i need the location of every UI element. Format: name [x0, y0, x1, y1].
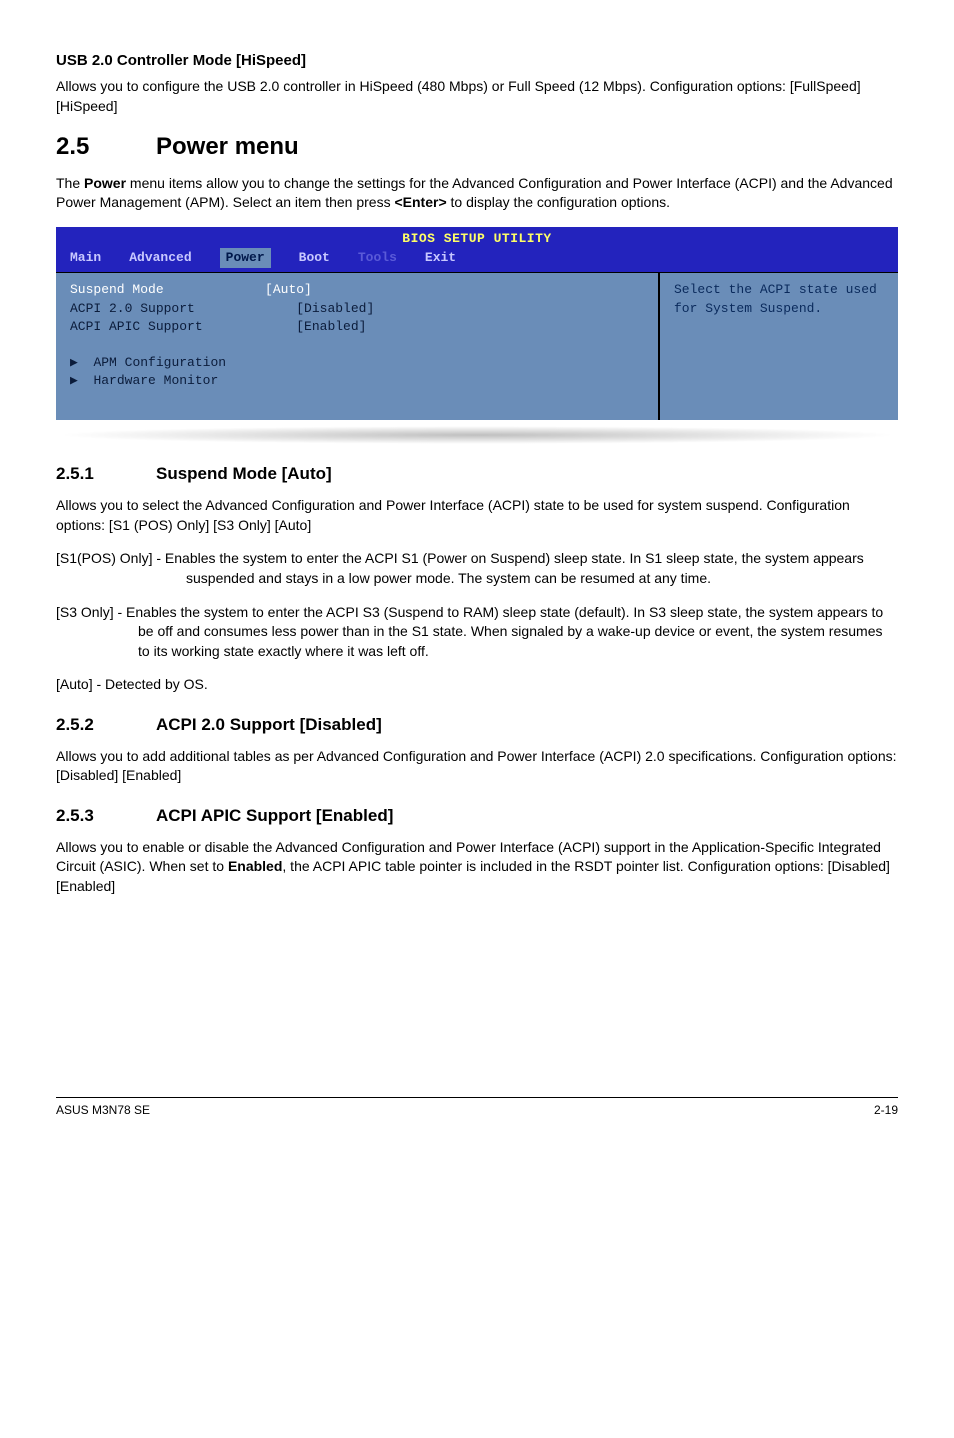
bios-value: [Disabled] — [296, 301, 374, 316]
intro-post: to display the configuration options. — [447, 194, 670, 210]
intro-text: The — [56, 175, 84, 191]
bios-sub-hw: ▶ Hardware Monitor — [70, 372, 644, 390]
s251-s3: [S3 Only] - Enables the system to enter … — [56, 603, 898, 662]
bios-tab-tools: Tools — [358, 249, 397, 267]
bios-value: [Enabled] — [296, 319, 366, 334]
bios-left-pane: Suspend Mode [Auto] ACPI 2.0 Support [Di… — [56, 272, 659, 420]
intro-bold-enter: <Enter> — [394, 194, 446, 210]
section-title: Power menu — [156, 133, 299, 160]
s251-title: Suspend Mode [Auto] — [156, 464, 332, 483]
triangle-icon: ▶ — [70, 373, 93, 388]
bios-sub-label: Hardware Monitor — [93, 373, 218, 388]
s3-body: Enables the system to enter the ACPI S3 … — [126, 604, 883, 659]
bios-tab-bar: Main Advanced Power Boot Tools Exit — [56, 248, 898, 272]
footer-right: 2-19 — [874, 1102, 898, 1119]
s251-p1: Allows you to select the Advanced Config… — [56, 496, 898, 535]
bios-help-pane: Select the ACPI state used for System Su… — [659, 272, 898, 420]
bios-body: Suspend Mode [Auto] ACPI 2.0 Support [Di… — [56, 272, 898, 420]
bios-tab-advanced: Advanced — [129, 249, 191, 267]
s3-lead: [S3 Only] - — [56, 604, 126, 620]
s253-num: 2.5.3 — [56, 804, 156, 828]
s1-lead: [S1(POS) Only] - — [56, 550, 165, 566]
section-intro: The Power menu items allow you to change… — [56, 174, 898, 213]
intro-bold-power: Power — [84, 175, 126, 191]
s251-num: 2.5.1 — [56, 462, 156, 486]
section-heading: 2.5Power menu — [56, 130, 898, 164]
bios-label: ACPI 2.0 Support — [70, 301, 195, 316]
s253-bold: Enabled — [228, 858, 282, 874]
bios-value: [Auto] — [265, 282, 312, 297]
bios-shadow — [56, 426, 898, 444]
bios-row-apic: ACPI APIC Support [Enabled] — [70, 318, 644, 336]
bios-title: BIOS SETUP UTILITY — [56, 227, 898, 248]
bios-tab-boot: Boot — [299, 249, 330, 267]
s252-num: 2.5.2 — [56, 713, 156, 737]
s253-heading: 2.5.3ACPI APIC Support [Enabled] — [56, 804, 898, 828]
section-num: 2.5 — [56, 130, 156, 164]
s252-p: Allows you to add additional tables as p… — [56, 747, 898, 786]
s1-body: Enables the system to enter the ACPI S1 … — [165, 550, 864, 586]
page-footer: ASUS M3N78 SE 2-19 — [56, 1097, 898, 1119]
usb-desc: Allows you to configure the USB 2.0 cont… — [56, 77, 898, 116]
bios-tab-power: Power — [220, 248, 271, 268]
s251-s1: [S1(POS) Only] - Enables the system to e… — [56, 549, 898, 588]
bios-sub-label: APM Configuration — [93, 355, 226, 370]
s253-p: Allows you to enable or disable the Adva… — [56, 838, 898, 897]
bios-blank — [70, 336, 644, 354]
bios-row-suspend: Suspend Mode [Auto] — [70, 281, 644, 299]
s252-title: ACPI 2.0 Support [Disabled] — [156, 715, 382, 734]
bios-screenshot: BIOS SETUP UTILITY Main Advanced Power Boot… — [56, 227, 898, 421]
bios-tab-exit: Exit — [425, 249, 456, 267]
footer-left: ASUS M3N78 SE — [56, 1102, 150, 1119]
bios-row-acpi20: ACPI 2.0 Support [Disabled] — [70, 300, 644, 318]
bios-label: ACPI APIC Support — [70, 319, 203, 334]
usb-heading: USB 2.0 Controller Mode [HiSpeed] — [56, 50, 898, 71]
s252-heading: 2.5.2ACPI 2.0 Support [Disabled] — [56, 713, 898, 737]
s251-auto: [Auto] - Detected by OS. — [56, 675, 898, 695]
s253-title: ACPI APIC Support [Enabled] — [156, 806, 393, 825]
triangle-icon: ▶ — [70, 355, 93, 370]
bios-label: Suspend Mode — [70, 282, 164, 297]
s251-heading: 2.5.1Suspend Mode [Auto] — [56, 462, 898, 486]
bios-sub-apm: ▶ APM Configuration — [70, 354, 644, 372]
bios-tab-main: Main — [70, 249, 101, 267]
